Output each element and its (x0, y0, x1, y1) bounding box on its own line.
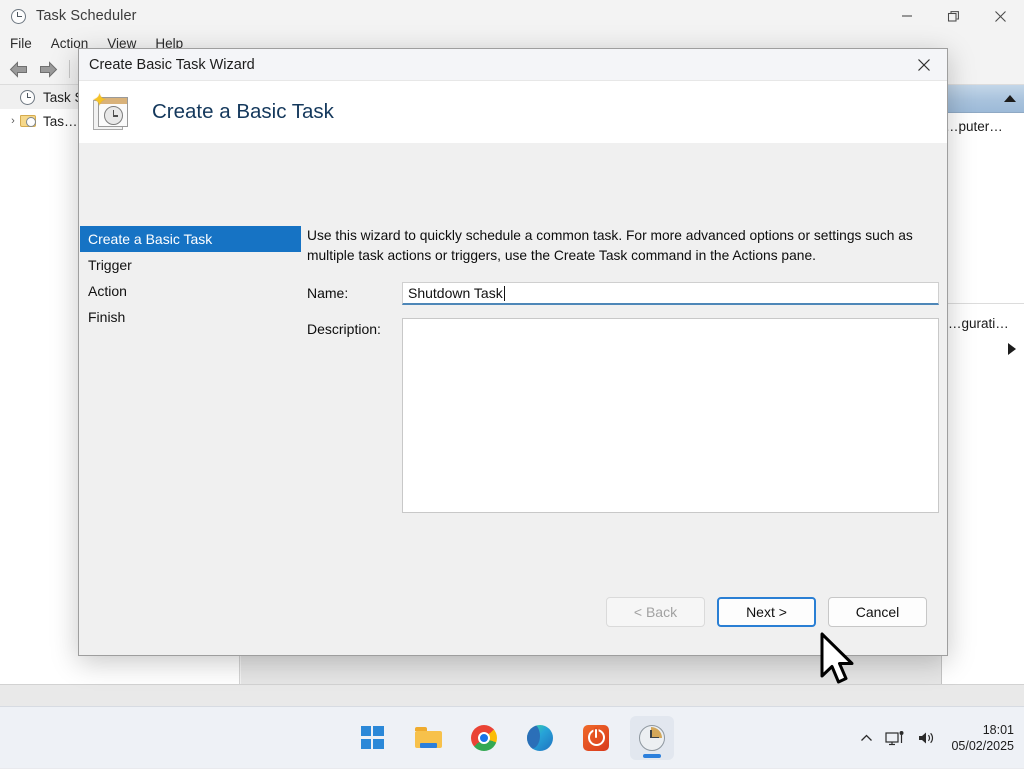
taskbar-apps (350, 716, 674, 760)
text-caret (504, 286, 505, 301)
dialog-header-title: Create a Basic Task (152, 100, 334, 124)
wizard-step-label: Finish (88, 309, 125, 325)
chevron-up-icon[interactable] (859, 731, 874, 746)
create-basic-task-icon: ✦ (93, 94, 131, 130)
chrome-icon (471, 725, 497, 751)
minimize-icon[interactable] (883, 0, 930, 32)
tray-time: 18:01 (983, 722, 1014, 738)
tray-date: 05/02/2025 (951, 738, 1014, 754)
restore-icon[interactable] (930, 0, 977, 32)
network-icon[interactable] (885, 730, 906, 747)
back-button[interactable]: < Back (606, 597, 705, 627)
name-label: Name: (307, 282, 402, 305)
task-scheduler-button[interactable] (630, 716, 674, 760)
task-scheduler-clock-icon (639, 725, 665, 751)
wizard-step-create-a-basic-task[interactable]: Create a Basic Task (80, 226, 301, 252)
power-icon (583, 725, 609, 751)
speaker-icon[interactable] (917, 730, 936, 746)
clock-datetime[interactable]: 18:01 05/02/2025 (951, 722, 1014, 754)
action-item-connect[interactable]: …puter… (942, 113, 1024, 134)
wizard-pane: Use this wizard to quickly schedule a co… (307, 226, 939, 513)
forward-arrow-icon[interactable] (35, 57, 61, 81)
collapse-triangle-icon[interactable] (1004, 95, 1016, 102)
file-explorer-button[interactable] (406, 716, 450, 760)
next-button[interactable]: Next > (717, 597, 816, 627)
close-icon[interactable] (977, 0, 1024, 32)
dialog-titlebar: Create Basic Task Wizard (79, 49, 947, 81)
create-basic-task-wizard-dialog: Create Basic Task Wizard ✦ Create a Basi… (78, 48, 948, 656)
close-icon[interactable] (901, 49, 947, 81)
folder-icon (415, 727, 442, 748)
menu-item-file[interactable]: File (10, 36, 32, 51)
wizard-step-label: Action (88, 283, 127, 299)
start-button[interactable] (350, 716, 394, 760)
wizard-step-trigger[interactable]: Trigger (80, 252, 301, 278)
clock-icon (20, 90, 39, 105)
back-arrow-icon[interactable] (6, 57, 32, 81)
cancel-button[interactable]: Cancel (828, 597, 927, 627)
wizard-step-finish[interactable]: Finish (80, 304, 301, 330)
actions-pane-header[interactable] (942, 85, 1024, 113)
dialog-button-bar: < Back Next > Cancel (79, 591, 947, 633)
windows-logo-icon (361, 726, 384, 749)
description-field-row: Description: (307, 318, 939, 513)
microsoft-edge-button[interactable] (518, 716, 562, 760)
description-input[interactable] (402, 318, 939, 513)
name-field-row: Name: Shutdown Task (307, 282, 939, 305)
actions-pane-subsection: …gurati… (942, 303, 1024, 363)
dialog-header: ✦ Create a Basic Task (79, 81, 947, 143)
main-titlebar: Task Scheduler (0, 0, 1024, 32)
task-folder-icon (20, 115, 39, 127)
google-chrome-button[interactable] (462, 716, 506, 760)
dialog-content: Create a Basic Task Trigger Action Finis… (79, 143, 947, 655)
wizard-step-action[interactable]: Action (80, 278, 301, 304)
tree-item-label: Tas… (43, 114, 78, 129)
system-tray: 18:01 05/02/2025 (859, 707, 1024, 769)
wizard-description-text: Use this wizard to quickly schedule a co… (307, 226, 917, 266)
wizard-step-label: Create a Basic Task (88, 231, 212, 247)
taskbar: 18:01 05/02/2025 (0, 706, 1024, 768)
clock-icon (9, 7, 27, 25)
name-input-value: Shutdown Task (408, 285, 503, 301)
actions-pane: …puter… …gurati… (941, 85, 1024, 685)
name-input[interactable]: Shutdown Task (402, 282, 939, 305)
wizard-step-label: Trigger (88, 257, 132, 273)
toolbar-separator (69, 60, 70, 78)
wizard-steps: Create a Basic Task Trigger Action Finis… (80, 226, 301, 330)
dialog-title: Create Basic Task Wizard (89, 57, 255, 73)
main-window-footer (0, 684, 1024, 706)
window-controls (883, 0, 1024, 32)
window-title: Task Scheduler (36, 8, 137, 24)
edge-icon (527, 725, 553, 751)
power-app-button[interactable] (574, 716, 618, 760)
chevron-right-icon[interactable]: › (6, 115, 20, 127)
expand-triangle-icon[interactable] (1008, 343, 1016, 355)
description-label: Description: (307, 318, 402, 513)
action-item-configure[interactable]: …gurati… (945, 310, 1022, 331)
